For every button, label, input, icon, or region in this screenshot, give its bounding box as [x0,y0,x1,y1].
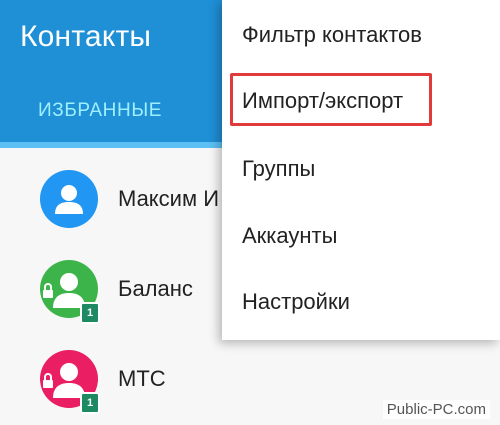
menu-item-label: Аккаунты [242,223,338,248]
avatar-icon [40,170,98,228]
menu-item-groups[interactable]: Группы [222,139,500,199]
highlight-frame [230,73,432,126]
menu-item-label: Настройки [242,289,350,314]
watermark: Public-PC.com [382,400,490,419]
sim-badge: 1 [80,302,100,324]
menu-item-settings[interactable]: Настройки [222,272,500,332]
menu-item-filter[interactable]: Фильтр контактов [222,5,500,65]
contact-name: Максим И [118,186,220,211]
app-title: Контакты [20,20,152,53]
contact-name: Баланс [118,276,193,301]
overflow-menu: Фильтр контактов Импорт/экспорт Группы А… [222,0,500,340]
menu-item-label: Группы [242,156,316,181]
tab-favorites[interactable]: ИЗБРАННЫЕ [38,100,162,122]
sim-badge: 1 [80,392,100,414]
menu-item-label: Фильтр контактов [242,22,422,47]
person-icon [55,185,83,214]
contact-name: МТС [118,366,166,391]
menu-item-accounts[interactable]: Аккаунты [222,206,500,266]
